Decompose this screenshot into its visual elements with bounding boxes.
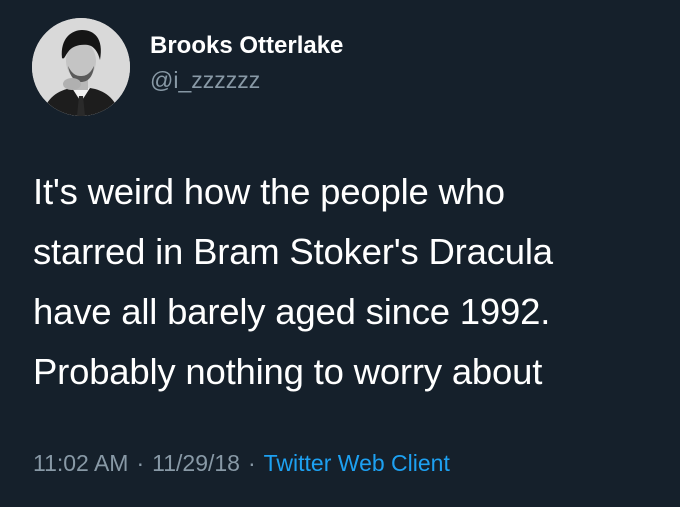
profile-photo-icon (32, 18, 130, 116)
tweet-text-line: It's weird how the people who (33, 171, 505, 212)
tweet-text: It's weird how the people who starred in… (33, 162, 653, 402)
tweet-meta: 11:02 AM · 11/29/18 · Twitter Web Client (33, 450, 450, 477)
author-display-name[interactable]: Brooks Otterlake (150, 31, 343, 61)
tweet-text-line: have all barely aged since 1992. (33, 291, 551, 332)
tweet-source-link[interactable]: Twitter Web Client (264, 450, 450, 476)
tweet-time[interactable]: 11:02 AM (33, 450, 128, 476)
meta-separator: · (247, 450, 256, 476)
author-names: Brooks Otterlake @i_zzzzzz (150, 31, 343, 95)
tweet-date[interactable]: 11/29/18 (152, 450, 240, 476)
author-handle[interactable]: @i_zzzzzz (150, 65, 343, 95)
author-avatar[interactable] (32, 18, 130, 116)
tweet-header: Brooks Otterlake @i_zzzzzz (32, 18, 343, 116)
tweet-text-line: Probably nothing to worry about (33, 351, 543, 392)
meta-separator: · (136, 450, 145, 476)
tweet-card: Brooks Otterlake @i_zzzzzz It's weird ho… (0, 0, 680, 507)
tweet-text-line: starred in Bram Stoker's Dracula (33, 231, 553, 272)
